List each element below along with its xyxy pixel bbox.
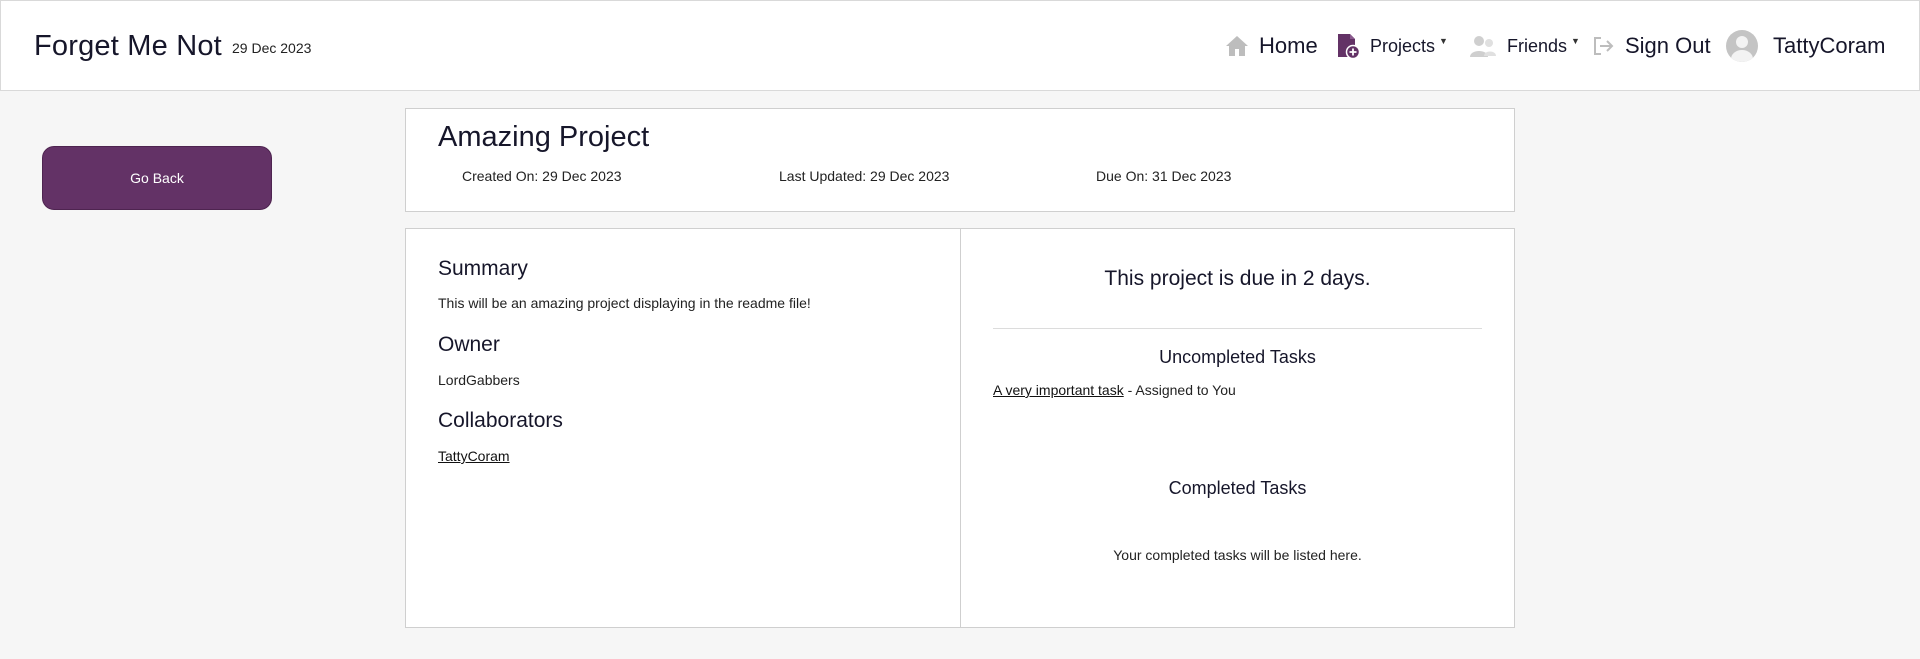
summary-heading: Summary: [438, 257, 528, 280]
collaborator-link[interactable]: TattyCoram: [438, 448, 510, 464]
divider: [993, 328, 1482, 329]
nav-user-profile[interactable]: TattyCoram: [1726, 29, 1885, 63]
due-message: This project is due in 2 days.: [1104, 267, 1371, 290]
go-back-button[interactable]: Go Back: [42, 146, 272, 210]
nav-home-label: Home: [1259, 33, 1318, 58]
nav-projects-dropdown[interactable]: Projects ▼: [1336, 29, 1448, 63]
task-assigned-text: - Assigned to You: [1123, 382, 1236, 398]
owner-name: LordGabbers: [438, 372, 520, 388]
completed-empty-text: Your completed tasks will be listed here…: [1113, 547, 1362, 563]
completed-tasks-heading: Completed Tasks: [1168, 478, 1307, 498]
nav-signout[interactable]: Sign Out: [1593, 29, 1711, 63]
nav-signout-label: Sign Out: [1625, 33, 1711, 58]
nav-friends-dropdown[interactable]: Friends ▼: [1469, 29, 1580, 63]
sign-out-icon: [1593, 36, 1615, 56]
chevron-down-icon: ▼: [1571, 36, 1580, 46]
home-icon: [1225, 35, 1249, 57]
owner-heading: Owner: [438, 333, 500, 356]
nav-home[interactable]: Home: [1225, 29, 1318, 63]
collaborators-heading: Collaborators: [438, 409, 563, 432]
avatar: [1726, 30, 1758, 62]
project-header-card: Amazing Project Created On: 29 Dec 2023 …: [405, 108, 1515, 212]
top-navbar: Forget Me Not 29 Dec 2023 Home Projects …: [0, 0, 1920, 91]
nav-date: 29 Dec 2023: [232, 40, 312, 56]
summary-text: This will be an amazing project displayi…: [438, 295, 811, 311]
created-on-text: Created On: 29 Dec 2023: [462, 168, 622, 184]
project-tasks-card: This project is due in 2 days. Uncomplet…: [960, 228, 1515, 628]
nav-username: TattyCoram: [1773, 33, 1886, 58]
project-details-card: Summary This will be an amazing project …: [405, 228, 961, 628]
friends-icon: [1469, 34, 1497, 58]
page-title: Amazing Project: [438, 121, 650, 153]
nav-projects-label: Projects: [1370, 35, 1436, 56]
uncompleted-tasks-heading: Uncompleted Tasks: [1159, 347, 1316, 367]
task-link[interactable]: A very important task: [993, 382, 1124, 398]
brand-title[interactable]: Forget Me Not: [34, 30, 222, 63]
last-updated-text: Last Updated: 29 Dec 2023: [779, 168, 950, 184]
due-on-text: Due On: 31 Dec 2023: [1096, 168, 1232, 184]
task-item: A very important task - Assigned to You: [993, 382, 1236, 398]
chevron-down-icon: ▼: [1439, 36, 1448, 46]
project-add-icon: [1336, 33, 1360, 59]
nav-friends-label: Friends: [1507, 35, 1568, 56]
